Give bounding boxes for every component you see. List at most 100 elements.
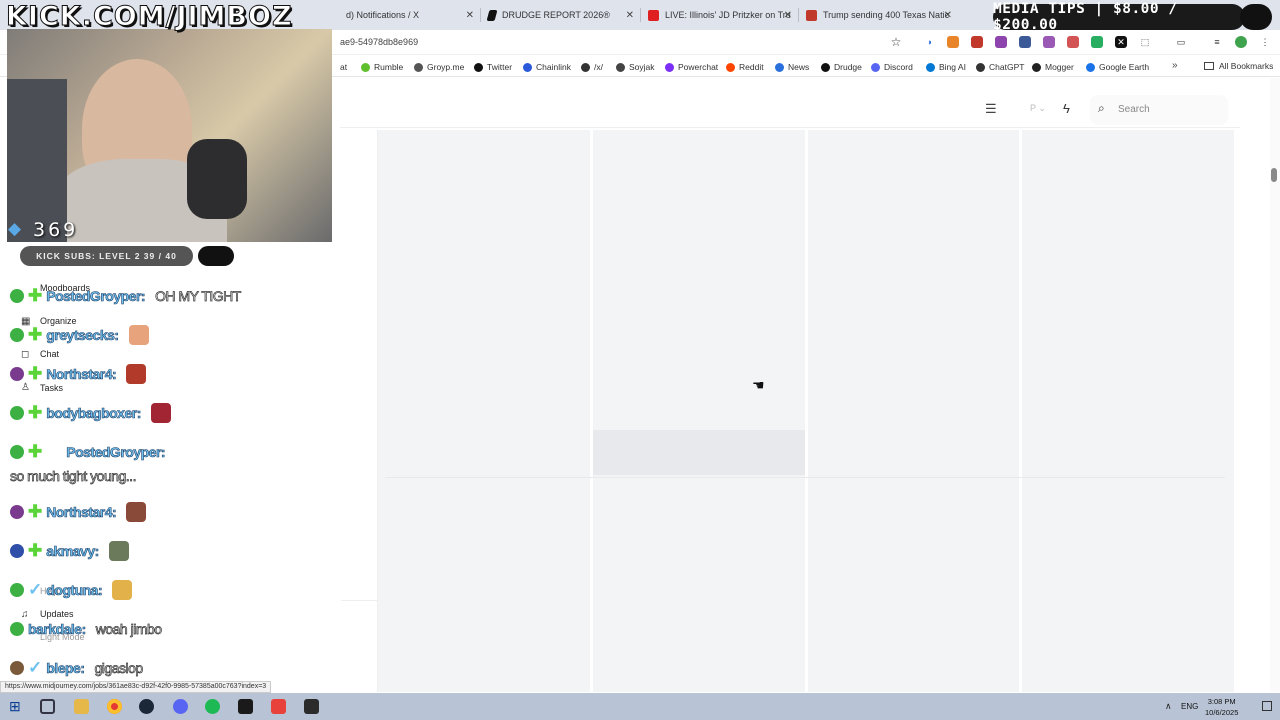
bookmark-item[interactable]: at xyxy=(340,60,347,74)
tab-trump-texas[interactable]: Trump sending 400 Texas Natic ✕ xyxy=(800,4,958,26)
extension-icon[interactable] xyxy=(995,36,1007,48)
version-select[interactable]: P ⌄ xyxy=(1030,103,1046,114)
scrollbar-thumb[interactable] xyxy=(1271,168,1277,182)
bookmark-label: News xyxy=(788,62,810,72)
kick-subs-bar: KICK SUBS: LEVEL 2 39 / 40 xyxy=(20,246,193,266)
extension-icon[interactable] xyxy=(1067,36,1079,48)
search-box[interactable] xyxy=(1090,95,1228,125)
chat-message: ✚ bodybagboxer: xyxy=(10,401,171,425)
bookmark-item[interactable]: Powerchat xyxy=(665,60,718,74)
tab-label: LIVE: Illinois' JD Pritzker on Tru xyxy=(665,10,791,20)
search-icon: ⌕ xyxy=(1098,101,1105,115)
bookmark-favicon-icon xyxy=(361,62,370,72)
obs-icon[interactable] xyxy=(304,699,319,714)
chat-username: bodybagboxer: xyxy=(46,405,142,422)
discord-icon[interactable] xyxy=(173,699,188,714)
bookmark-label: Powerchat xyxy=(678,62,719,72)
grid-column[interactable] xyxy=(377,130,590,692)
bookmark-item[interactable]: News xyxy=(775,60,809,74)
windows-start-icon[interactable]: ⊞ xyxy=(9,699,24,714)
extension-icon[interactable] xyxy=(1019,36,1031,48)
bookmark-label: Chainlink xyxy=(536,62,571,72)
bookmark-label: Drudge xyxy=(834,62,862,72)
filter-sliders-icon[interactable]: ☰ xyxy=(985,101,997,117)
bookmark-item[interactable]: Bing AI xyxy=(926,60,966,74)
extension-icon[interactable] xyxy=(971,36,983,48)
bookmark-label: Bing AI xyxy=(939,62,966,72)
url-field[interactable]: ae9-54978db8e969 xyxy=(340,37,418,47)
puzzle-icon[interactable]: ⬚ xyxy=(1139,36,1151,48)
close-icon[interactable]: ✕ xyxy=(944,10,952,21)
bookmark-favicon-icon xyxy=(871,62,880,72)
steam-icon[interactable] xyxy=(139,699,154,714)
viewer-count: 369 xyxy=(33,219,79,241)
bookmark-item[interactable]: Twitter xyxy=(474,60,512,74)
bookmark-item[interactable]: Chainlink xyxy=(523,60,571,74)
chevron-right-icon[interactable]: » xyxy=(1172,60,1178,71)
kick-badge-icon xyxy=(10,406,24,420)
all-bookmarks[interactable]: All Bookmarks xyxy=(1204,59,1273,73)
chat-username: dogtuna: xyxy=(46,582,103,599)
emote-icon xyxy=(150,403,171,423)
x-icon[interactable]: ✕ xyxy=(1115,36,1127,48)
lightning-icon[interactable]: ϟ xyxy=(1063,101,1070,116)
kebab-menu-icon[interactable]: ⋮ xyxy=(1259,36,1271,48)
bookmark-item[interactable]: Rumble xyxy=(361,60,403,74)
tray-chevron-icon[interactable]: ∧ xyxy=(1165,701,1172,712)
badge-icon xyxy=(10,505,24,519)
search-placeholder[interactable]: Search xyxy=(1118,104,1150,115)
clock[interactable]: 3:08 PM 10/6/2025 xyxy=(1205,696,1238,718)
grid-column[interactable] xyxy=(808,130,1019,692)
bookmark-item[interactable]: Soyjak xyxy=(616,60,655,74)
notifications-icon[interactable] xyxy=(1262,701,1272,711)
chat-message: ✚ Northstar4: xyxy=(10,500,147,524)
tab-notifications[interactable]: d) Notifications / X ✕ xyxy=(340,4,481,26)
chat-username: PostedGroyper: xyxy=(46,288,146,305)
bookmark-label: Rumble xyxy=(374,62,404,72)
sidebar-item-chat[interactable]: Chat xyxy=(40,349,59,359)
app-icon[interactable] xyxy=(271,699,286,714)
tab-drudge[interactable]: DRUDGE REPORT 2026® ✕ xyxy=(482,4,641,26)
grid-image-hover[interactable] xyxy=(593,430,805,475)
chat-message: ✚ PostedGroyper: OH MY TIGHT xyxy=(10,284,242,308)
bookmark-item[interactable]: Groyp.me xyxy=(414,60,464,74)
chat-username: PostedGroyper: xyxy=(66,444,166,461)
kick-badge-icon xyxy=(10,289,24,303)
close-icon[interactable]: ✕ xyxy=(626,10,634,21)
language-indicator[interactable]: ENG xyxy=(1181,702,1198,711)
bookmark-label: Reddit xyxy=(739,62,764,72)
bookmark-item[interactable]: Reddit xyxy=(726,60,764,74)
bookmark-item[interactable]: /x/ xyxy=(581,60,603,74)
spotify-icon[interactable] xyxy=(205,699,220,714)
close-icon[interactable]: ✕ xyxy=(784,10,792,21)
chat-username: blepe: xyxy=(46,660,85,677)
profile-avatar[interactable] xyxy=(1235,36,1247,48)
chrome-icon[interactable] xyxy=(107,699,122,714)
grid-column[interactable] xyxy=(593,130,805,692)
task-view-icon[interactable] xyxy=(40,699,55,714)
extension-icon[interactable] xyxy=(1091,36,1103,48)
verified-icon: ✓ xyxy=(28,580,43,599)
hand-cursor-icon: ☚ xyxy=(752,377,765,393)
bookmark-item[interactable]: Discord xyxy=(871,60,913,74)
star-icon[interactable]: ☆ xyxy=(890,36,902,48)
terminal-icon[interactable] xyxy=(238,699,253,714)
bookmark-item[interactable]: Mogger xyxy=(1032,60,1074,74)
bookmark-item[interactable]: Google Earth xyxy=(1086,60,1149,74)
metamask-icon[interactable] xyxy=(947,36,959,48)
file-explorer-icon[interactable] xyxy=(74,699,89,714)
badge-icon xyxy=(10,661,24,675)
tab-label: DRUDGE REPORT 2026® xyxy=(502,10,610,20)
tab-live-pritzker[interactable]: LIVE: Illinois' JD Pritzker on Tru ✕ xyxy=(642,4,799,26)
grid-column[interactable] xyxy=(1022,130,1234,692)
bookmark-item[interactable]: ChatGPT xyxy=(976,60,1024,74)
chat-message: ✚ akmavy: xyxy=(10,539,129,563)
close-icon[interactable]: ✕ xyxy=(466,10,474,21)
bookmark-item[interactable]: Drudge xyxy=(821,60,862,74)
extension-icon[interactable] xyxy=(1043,36,1055,48)
viewer-icon: ◆ xyxy=(8,219,22,238)
taskbar: ⊞ ∧ ◂ ENG 3:08 PM 10/6/2025 xyxy=(0,693,1280,720)
media-icon[interactable]: ≡ xyxy=(1211,36,1223,48)
extension-icon[interactable]: ◗ xyxy=(924,36,936,48)
sidepanel-icon[interactable]: ▭ xyxy=(1175,36,1187,48)
